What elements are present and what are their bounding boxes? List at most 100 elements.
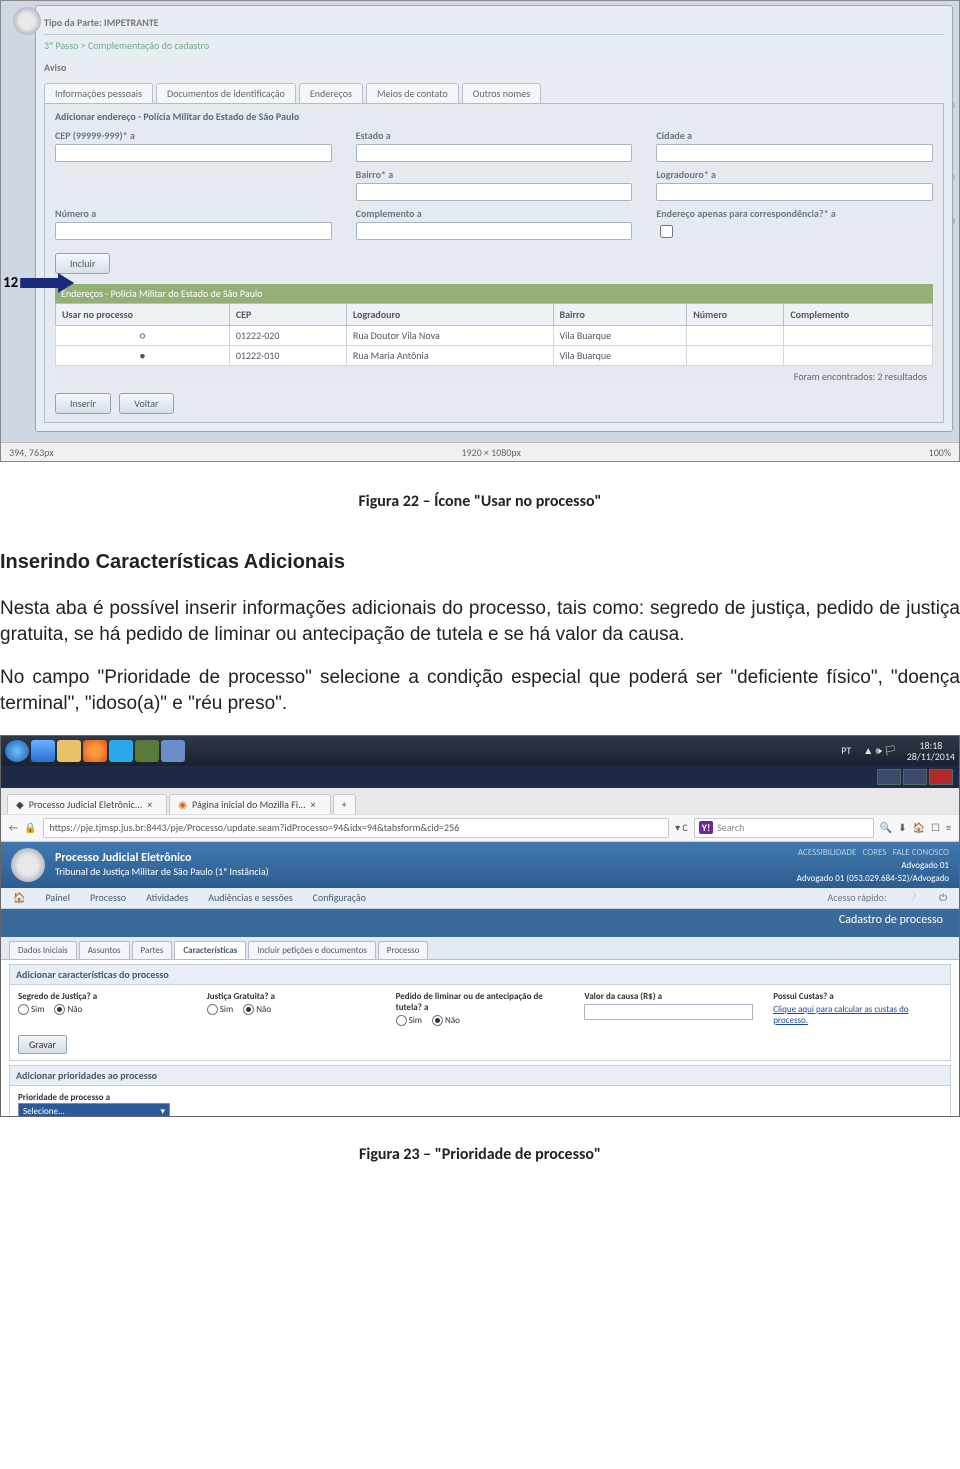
bairro-label: Bairro* a <box>356 168 633 181</box>
paragraph-2: No campo "Prioridade de processo" seleci… <box>0 665 960 716</box>
radio-nao[interactable]: Não <box>432 1015 460 1026</box>
gravar-button[interactable]: Gravar <box>18 1035 67 1054</box>
estado-input[interactable] <box>356 144 633 162</box>
radio-sim[interactable]: Sim <box>18 1004 44 1015</box>
annotation-arrow: 12 <box>3 273 74 293</box>
menu-config[interactable]: Configuração <box>313 891 366 904</box>
lock-icon: 🔒 <box>24 821 36 834</box>
tab-enderecos[interactable]: Endereços <box>299 83 363 103</box>
inserir-button[interactable]: Inserir <box>55 393 111 414</box>
menu-icon[interactable]: ≡ <box>946 821 951 834</box>
tab-info-pessoais[interactable]: Informações pessoais <box>44 83 153 103</box>
screenshot-1: Acesso rápido rocurador/Terceiro Vincula… <box>0 0 960 462</box>
link-acessibilidade[interactable]: ACESSIBILIDADE <box>798 847 857 858</box>
tab-documentos[interactable]: Documentos de identificação <box>156 83 296 103</box>
panel-caracteristicas: Adicionar características do processo Se… <box>9 964 951 1061</box>
acesso-rapido-label: Acesso rápido: <box>827 891 886 904</box>
search-input[interactable]: Y!Search <box>694 818 874 838</box>
tab-outros-nomes[interactable]: Outros nomes <box>462 83 541 103</box>
tab-peticoes[interactable]: Incluir petições e documentos <box>248 941 376 959</box>
close-icon[interactable]: × <box>147 798 152 811</box>
tabs-row: Informações pessoais Documentos de ident… <box>44 83 944 103</box>
lang-indicator[interactable]: PT <box>841 744 851 757</box>
menu-processo[interactable]: Processo <box>90 891 126 904</box>
estado-label: Estado a <box>356 129 633 142</box>
back-icon[interactable]: ← <box>9 821 18 834</box>
bookmark-icon[interactable]: ☐ <box>931 821 940 834</box>
valor-label: Valor da causa (R$) a <box>584 991 753 1002</box>
gratuita-label: Justiça Gratuita? a <box>207 991 376 1002</box>
url-bar: ← 🔒 https://pje.tjmsp.jus.br:8443/pje/Pr… <box>1 814 959 842</box>
status-bar: 394, 763px 1920 × 1080px 100% <box>1 442 959 461</box>
tab-caracteristicas[interactable]: Características <box>174 941 246 959</box>
voltar-button[interactable]: Voltar <box>119 393 173 414</box>
menu-audiencias[interactable]: Audiências e sessões <box>208 891 292 904</box>
aviso-label: Aviso <box>44 57 944 79</box>
tab-partes[interactable]: Partes <box>132 941 173 959</box>
help-icon[interactable]: ❔ <box>907 891 919 904</box>
close-icon[interactable]: × <box>311 798 316 811</box>
endereco-form: Adicionar endereço - Polícia Militar do … <box>44 103 944 423</box>
close-button[interactable] <box>929 769 953 785</box>
custas-link[interactable]: Clique aqui para calcular as custas do p… <box>773 1004 942 1026</box>
firefox-icon[interactable] <box>83 740 107 762</box>
status-size: 1920 × 1080px <box>461 446 520 459</box>
ie-icon[interactable] <box>31 740 55 762</box>
cidade-label: Cidade a <box>656 129 933 142</box>
home-icon[interactable]: 🏠 <box>13 891 25 904</box>
numero-label: Número a <box>55 207 332 220</box>
table-row: ● 01222-010 Rua Maria Antônia Vila Buarq… <box>56 346 933 366</box>
liminar-label: Pedido de liminar ou de antecipação de t… <box>396 991 565 1013</box>
home-icon[interactable]: 🏠 <box>913 821 925 834</box>
cidade-input[interactable] <box>656 144 933 162</box>
radio-sim[interactable]: Sim <box>207 1004 233 1015</box>
download-icon[interactable]: ⬇ <box>898 821 906 834</box>
windows-taskbar: PT ▲ 🕪 🏳 18:18 28/11/2014 <box>1 736 959 766</box>
browser-tab-2[interactable]: ◉Página inicial do Mozilla Fi...× <box>169 794 330 814</box>
minimize-button[interactable] <box>877 769 901 785</box>
page-title-strip: Cadastro de processo <box>1 909 959 937</box>
app-icon[interactable] <box>135 740 159 762</box>
power-icon[interactable]: ⏻ <box>939 891 947 904</box>
radio-sim[interactable]: Sim <box>396 1015 422 1026</box>
tab-assuntos[interactable]: Assuntos <box>79 941 130 959</box>
menu-painel[interactable]: Painel <box>45 891 70 904</box>
tab-processo[interactable]: Processo <box>378 941 428 959</box>
th-cep: CEP <box>229 304 346 326</box>
skype-icon[interactable] <box>109 740 133 762</box>
user-name: Advogado 01 <box>797 859 949 872</box>
status-zoom: 100% <box>929 446 951 459</box>
figure-caption-22: Figura 22 – Ícone "Usar no processo" <box>0 492 960 511</box>
new-tab-button[interactable]: + <box>333 794 356 814</box>
tab-meios-contato[interactable]: Meios de contato <box>366 83 459 103</box>
paint-icon[interactable] <box>161 740 185 762</box>
cep-input[interactable] <box>55 144 332 162</box>
bairro-input[interactable] <box>356 183 633 201</box>
tab-dados-iniciais[interactable]: Dados Iniciais <box>9 941 77 959</box>
correspondencia-checkbox[interactable] <box>660 225 673 238</box>
explorer-icon[interactable] <box>57 740 81 762</box>
logradouro-input[interactable] <box>656 183 933 201</box>
dropdown-icon[interactable]: ▾ C <box>675 821 688 834</box>
link-fale[interactable]: FALE CONOSCO <box>893 847 949 858</box>
incluir-button[interactable]: Incluir <box>55 253 110 274</box>
radio-nao[interactable]: Não <box>243 1004 271 1015</box>
complemento-input[interactable] <box>356 222 633 240</box>
th-usar: Usar no processo <box>56 304 230 326</box>
panel-header: Adicionar prioridades ao processo <box>10 1066 950 1086</box>
prioridade-label: Prioridade de processo a <box>18 1092 942 1103</box>
valor-input[interactable] <box>584 1004 753 1020</box>
start-icon[interactable] <box>5 740 29 762</box>
search-icon[interactable]: 🔍 <box>880 821 892 834</box>
prioridade-select[interactable]: Selecione...▾ Selecione... Deficiente Fí… <box>18 1103 170 1117</box>
browser-tab-1[interactable]: ◆Processo Judicial Eletrônic...× <box>7 794 167 814</box>
usar-no-processo-icon[interactable]: ○ <box>56 326 230 346</box>
link-cores[interactable]: CORES <box>863 847 887 858</box>
radio-nao[interactable]: Não <box>54 1004 82 1015</box>
numero-input[interactable] <box>55 222 332 240</box>
menu-atividades[interactable]: Atividades <box>146 891 188 904</box>
tray-icon[interactable]: ▲ 🕪 🏳 <box>863 744 896 757</box>
url-input[interactable]: https://pje.tjmsp.jus.br:8443/pje/Proces… <box>43 818 670 838</box>
maximize-button[interactable] <box>903 769 927 785</box>
usar-no-processo-icon[interactable]: ● <box>56 346 230 366</box>
